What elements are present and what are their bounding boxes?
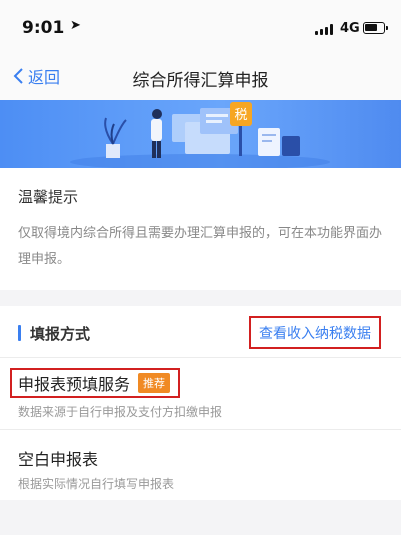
tips-title: 温馨提示 — [18, 188, 79, 206]
plant-icon — [104, 117, 127, 158]
battery-icon — [363, 22, 388, 34]
location-arrow-icon: ➤ — [70, 18, 81, 33]
banner: 税 — [0, 100, 401, 168]
option-prefilled-return[interactable]: 申报表预填服务 推荐 数据来源于自行申报及支付方扣缴申报 — [0, 358, 401, 430]
tips-panel: 温馨提示 仅取得境内综合所得且需要办理汇算申报的，可在本功能界面办理申报。 — [0, 168, 401, 290]
section-title: 填报方式 — [30, 325, 91, 343]
nav-bar: 返回 综合所得汇算申报 — [0, 52, 401, 100]
svg-text:税: 税 — [234, 108, 247, 123]
view-income-tax-data-link[interactable]: 查看收入纳税数据 — [249, 316, 381, 349]
tips-body: 仅取得境内综合所得且需要办理汇算申报的，可在本功能界面办理申报。 — [18, 226, 383, 267]
banner-illustration: 税 — [70, 102, 330, 168]
page-title: 综合所得汇算申报 — [132, 71, 269, 91]
section-marker — [18, 325, 21, 341]
bottom-spacer — [0, 500, 401, 535]
network-type: 4G — [340, 21, 360, 36]
option-title: 申报表预填服务 — [18, 375, 131, 394]
option-desc: 数据来源于自行申报及支付方扣缴申报 — [18, 405, 223, 419]
status-bar: 9:01 ➤ 4G — [0, 0, 401, 52]
option-title: 空白申报表 — [18, 450, 99, 469]
screens-icon — [172, 108, 238, 154]
filing-method-header: 填报方式 查看收入纳税数据 — [0, 306, 401, 358]
option-prefilled-head: 申报表预填服务 推荐 — [10, 368, 181, 398]
option-desc: 根据实际情况自行填写申报表 — [18, 477, 175, 491]
status-time: 9:01 — [22, 18, 65, 38]
recommended-badge: 推荐 — [138, 373, 171, 393]
signal-icon — [315, 24, 335, 35]
person-icon — [151, 109, 162, 158]
option-blank-return[interactable]: 空白申报表 根据实际情况自行填写申报表 — [0, 430, 401, 500]
documents-icon — [258, 128, 300, 156]
